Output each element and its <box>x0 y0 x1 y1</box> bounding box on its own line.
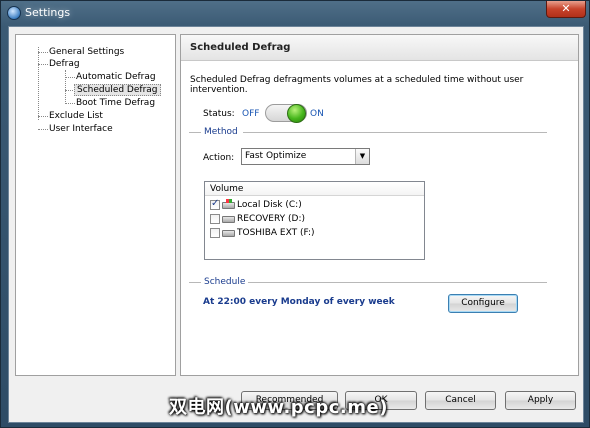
close-button[interactable]: ✕ <box>546 1 586 18</box>
method-section-label: Method <box>204 127 238 137</box>
tree-item-exclude-list[interactable]: Exclude List <box>49 110 103 122</box>
settings-content: Scheduled Defrag Scheduled Defrag defrag… <box>180 34 579 376</box>
tree-connector <box>38 116 48 117</box>
tree-connector <box>38 52 48 53</box>
settings-tree: General Settings Defrag Automatic Defrag… <box>15 34 176 376</box>
tree-connector <box>38 64 48 65</box>
tree-connector <box>38 47 39 120</box>
window-title: Settings <box>25 6 71 19</box>
schedule-divider <box>248 282 547 283</box>
client-area: General Settings Defrag Automatic Defrag… <box>8 26 584 423</box>
volume-label: TOSHIBA EXT (F:) <box>237 228 315 238</box>
action-select-value: Fast Optimize <box>245 151 307 161</box>
volume-label: RECOVERY (D:) <box>237 214 306 224</box>
tree-connector <box>65 70 66 104</box>
schedule-divider <box>189 282 201 283</box>
toggle-knob[interactable] <box>287 104 306 123</box>
panel-header: Scheduled Defrag <box>181 35 578 61</box>
volume-label: Local Disk (C:) <box>237 200 302 210</box>
tree-connector <box>38 129 48 130</box>
configure-button[interactable]: Configure <box>448 294 518 313</box>
tree-connector <box>65 103 75 104</box>
title-bar[interactable]: Settings ✕ <box>1 1 589 25</box>
status-toggle[interactable] <box>265 104 307 123</box>
tree-connector <box>65 77 75 78</box>
drive-icon <box>222 230 235 237</box>
apply-button[interactable]: Apply <box>505 391 576 410</box>
watermark: 双电网(www.pcpc.me) <box>169 397 388 418</box>
tree-item-general-settings[interactable]: General Settings <box>49 46 124 58</box>
method-divider <box>243 132 547 133</box>
volume-list: Volume Local Disk (C:) RECOVERY (D:) TOS… <box>204 181 425 260</box>
panel-title: Scheduled Defrag <box>190 42 291 53</box>
volume-checkbox[interactable] <box>210 198 220 210</box>
action-select[interactable]: Fast Optimize ▼ <box>241 148 370 165</box>
action-label: Action: <box>203 153 235 163</box>
tree-item-defrag[interactable]: Defrag <box>49 58 80 70</box>
app-icon <box>7 6 21 20</box>
volume-checkbox[interactable] <box>210 228 220 238</box>
method-divider <box>189 132 201 133</box>
panel-description: Scheduled Defrag defragments volumes at … <box>190 75 524 95</box>
schedule-summary: At 22:00 every Monday of every week <box>203 297 395 307</box>
volume-checkbox[interactable] <box>210 214 220 224</box>
settings-window: Settings ✕ General Settings Defrag Autom… <box>0 0 590 428</box>
status-label: Status: <box>203 109 235 119</box>
drive-icon <box>222 216 235 223</box>
chevron-down-icon[interactable]: ▼ <box>355 149 369 164</box>
status-off-label: OFF <box>242 109 260 119</box>
schedule-section-label: Schedule <box>204 277 246 287</box>
tree-item-scheduled-defrag[interactable]: Scheduled Defrag <box>74 84 161 96</box>
tree-item-boot-time-defrag[interactable]: Boot Time Defrag <box>76 97 155 109</box>
cancel-button[interactable]: Cancel <box>425 391 496 410</box>
status-on-label: ON <box>310 109 324 119</box>
volume-column-header[interactable]: Volume <box>205 182 424 196</box>
tree-item-user-interface[interactable]: User Interface <box>49 123 113 135</box>
windows-drive-icon <box>222 199 235 209</box>
tree-item-automatic-defrag[interactable]: Automatic Defrag <box>76 71 156 83</box>
